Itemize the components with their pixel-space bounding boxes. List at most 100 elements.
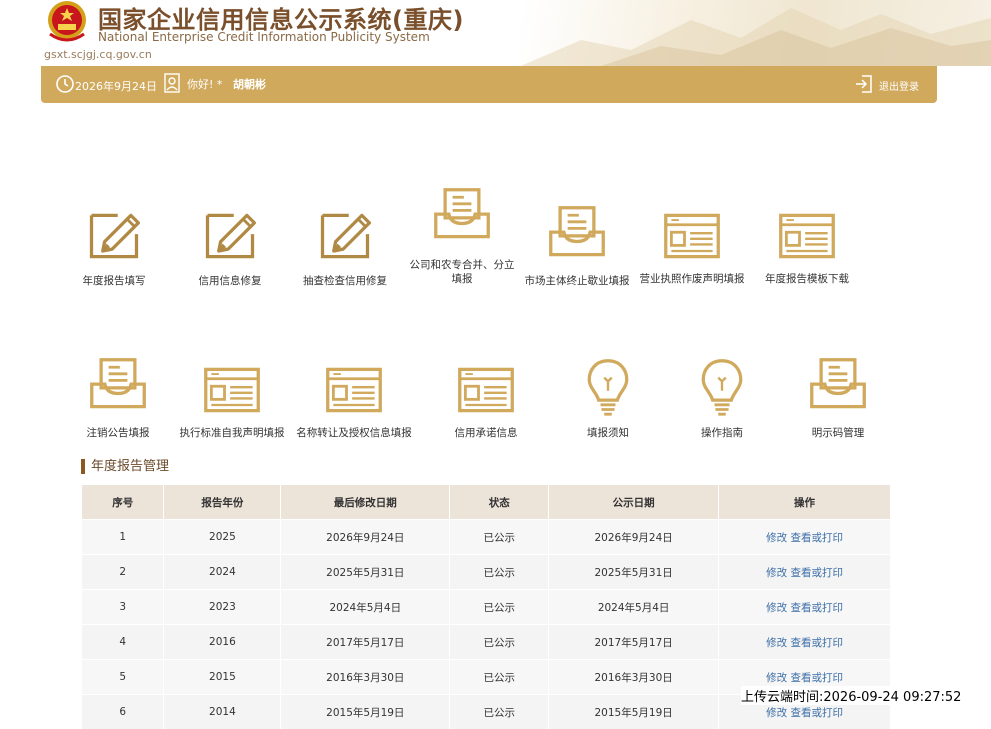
fn-label: 注销公告填报 — [58, 426, 178, 440]
form-icon — [202, 362, 262, 418]
cell-published: 2017年5月17日 — [549, 625, 719, 660]
col-header: 状态 — [450, 485, 549, 520]
edit-link[interactable]: 修改 — [766, 567, 787, 579]
form-icon — [456, 362, 516, 418]
cell-year: 2015 — [164, 660, 281, 695]
cell-modified: 2015年5月19日 — [281, 695, 450, 729]
cell-actions: 修改 查看或打印 — [719, 555, 891, 590]
form-icon — [324, 362, 384, 418]
fn-label-line2: 填报 — [402, 272, 522, 286]
fn-filing-notice[interactable]: 填报须知 — [548, 356, 668, 440]
form-icon — [777, 208, 837, 264]
edit-icon — [84, 206, 144, 266]
fn-label: 操作指南 — [662, 426, 782, 440]
cell-status: 已公示 — [450, 695, 549, 729]
logout-icon[interactable] — [855, 74, 873, 94]
view-print-link[interactable]: 查看或打印 — [790, 637, 843, 649]
fn-operation-guide[interactable]: 操作指南 — [662, 356, 782, 440]
view-print-link[interactable]: 查看或打印 — [790, 567, 843, 579]
cell-published: 2024年5月4日 — [549, 590, 719, 625]
fn-label: 市场主体终止歇业填报 — [517, 274, 637, 288]
fn-code-management[interactable]: 明示码管理 — [778, 356, 898, 440]
fn-label: 抽查检查信用修复 — [285, 274, 405, 288]
cell-status: 已公示 — [450, 520, 549, 555]
fn-merger-split-fill[interactable]: 公司和农专合并、分立 填报 — [402, 186, 522, 286]
cell-status: 已公示 — [450, 555, 549, 590]
cell-status: 已公示 — [450, 590, 549, 625]
cell-year: 2016 — [164, 625, 281, 660]
edit-icon — [200, 206, 260, 266]
cell-modified: 2025年5月31日 — [281, 555, 450, 590]
cell-published: 2025年5月31日 — [549, 555, 719, 590]
table-row: 4 2016 2017年5月17日 已公示 2017年5月17日 修改 查看或打… — [82, 625, 891, 660]
edit-link[interactable]: 修改 — [766, 602, 787, 614]
lightbulb-icon — [692, 356, 752, 418]
cell-no: 4 — [82, 625, 164, 660]
user-name: 胡朝彬 — [233, 76, 266, 92]
cell-no: 1 — [82, 520, 164, 555]
fn-license-void-fill[interactable]: 营业执照作废声明填报 — [632, 208, 752, 286]
fn-credit-commitment[interactable]: 信用承诺信息 — [426, 362, 546, 440]
site-header: 国家企业信用信息公示系统(重庆) National Enterprise Cre… — [0, 0, 991, 66]
upload-timestamp: 上传云端时间:2026-09-24 09:27:52 — [741, 686, 961, 705]
cell-status: 已公示 — [450, 660, 549, 695]
cell-published: 2016年3月30日 — [549, 660, 719, 695]
table-header-row: 序号 报告年份 最后修改日期 状态 公示日期 操作 — [82, 485, 891, 520]
edit-link[interactable]: 修改 — [766, 532, 787, 544]
fn-label: 明示码管理 — [778, 426, 898, 440]
fn-deregistration-notice[interactable]: 注销公告填报 — [58, 356, 178, 440]
col-header: 序号 — [82, 485, 164, 520]
cell-published: 2026年9月24日 — [549, 520, 719, 555]
fn-name-transfer[interactable]: 名称转让及授权信息填报 — [294, 362, 414, 440]
fn-label: 名称转让及授权信息填报 — [294, 426, 414, 440]
fn-credit-repair[interactable]: 信用信息修复 — [170, 206, 290, 288]
current-date: 2026年9月24日 — [75, 78, 157, 94]
col-header: 操作 — [719, 485, 891, 520]
fn-termination-fill[interactable]: 市场主体终止歇业填报 — [517, 204, 637, 288]
user-bar: 2026年9月24日 你好! * 胡朝彬 退出登录 — [41, 66, 937, 103]
edit-icon — [315, 206, 375, 266]
edit-link[interactable]: 修改 — [766, 707, 787, 719]
cell-modified: 2017年5月17日 — [281, 625, 450, 660]
cell-no: 3 — [82, 590, 164, 625]
cell-modified: 2024年5月4日 — [281, 590, 450, 625]
lightbulb-icon — [578, 356, 638, 418]
view-print-link[interactable]: 查看或打印 — [790, 602, 843, 614]
logout-link[interactable]: 退出登录 — [879, 78, 919, 93]
national-emblem-icon — [44, 0, 90, 44]
col-header: 最后修改日期 — [281, 485, 450, 520]
site-title-en: National Enterprise Credit Information P… — [98, 30, 430, 44]
fn-inspection-credit-repair[interactable]: 抽查检查信用修复 — [285, 206, 405, 288]
fn-standard-declaration[interactable]: 执行标准自我声明填报 — [172, 362, 292, 440]
cell-actions: 修改 查看或打印 — [719, 625, 891, 660]
cell-modified: 2026年9月24日 — [281, 520, 450, 555]
table-row: 1 2025 2026年9月24日 已公示 2026年9月24日 修改 查看或打… — [82, 520, 891, 555]
fn-template-download[interactable]: 年度报告模板下载 — [747, 208, 867, 286]
inbox-icon — [547, 204, 607, 264]
cell-actions: 修改 查看或打印 — [719, 590, 891, 625]
fn-label: 信用承诺信息 — [426, 426, 546, 440]
cell-year: 2024 — [164, 555, 281, 590]
mountain-illustration — [521, 0, 991, 66]
table-row: 2 2024 2025年5月31日 已公示 2025年5月31日 修改 查看或打… — [82, 555, 891, 590]
site-domain: gsxt.scjgj.cq.gov.cn — [44, 48, 152, 61]
view-print-link[interactable]: 查看或打印 — [790, 707, 843, 719]
edit-link[interactable]: 修改 — [766, 672, 787, 684]
section-title: 年度报告管理 — [81, 459, 169, 474]
inbox-icon — [808, 356, 868, 416]
cell-no: 5 — [82, 660, 164, 695]
cell-no: 2 — [82, 555, 164, 590]
greeting-text: 你好! * — [187, 76, 222, 92]
fn-label: 填报须知 — [548, 426, 668, 440]
cell-year: 2025 — [164, 520, 281, 555]
fn-label: 年度报告模板下载 — [747, 272, 867, 286]
fn-annual-report-fill[interactable]: 年度报告填写 — [54, 206, 174, 288]
col-header: 报告年份 — [164, 485, 281, 520]
fn-label: 执行标准自我声明填报 — [172, 426, 292, 440]
cell-year: 2014 — [164, 695, 281, 729]
cell-status: 已公示 — [450, 625, 549, 660]
view-print-link[interactable]: 查看或打印 — [790, 672, 843, 684]
fn-label: 年度报告填写 — [54, 274, 174, 288]
edit-link[interactable]: 修改 — [766, 637, 787, 649]
view-print-link[interactable]: 查看或打印 — [790, 532, 843, 544]
